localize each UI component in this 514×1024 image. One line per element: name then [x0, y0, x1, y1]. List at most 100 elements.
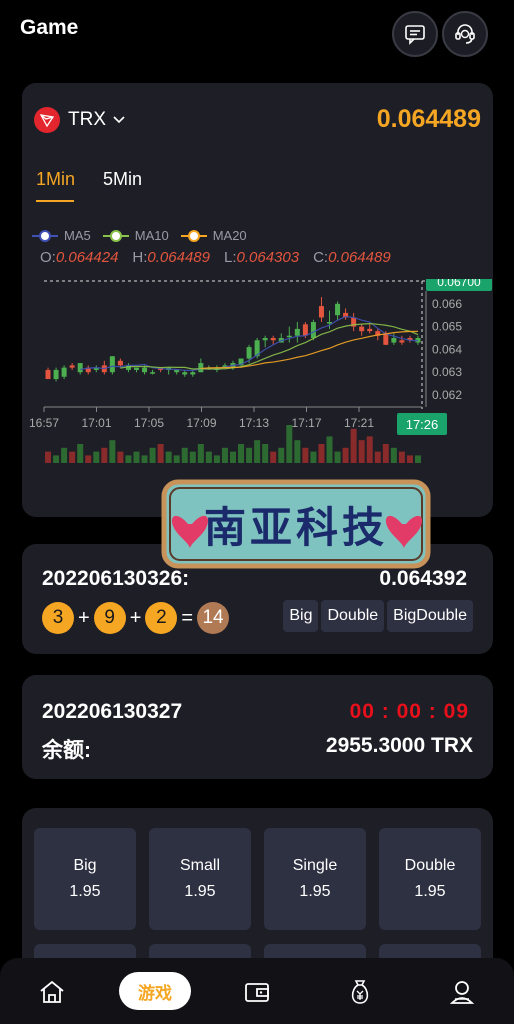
volume-bar [221, 447, 228, 463]
volume-bar [302, 447, 309, 463]
volume-bar [165, 451, 172, 463]
watermark-stamp: 南亚科技 [160, 478, 432, 570]
y-tick-label: 0.062 [432, 388, 462, 402]
countdown-timer: 00 : 00 : 09 [349, 700, 469, 723]
high-value: 0.064489 [147, 249, 210, 266]
balance-value: 2955.3000 TRX [325, 734, 473, 757]
candle-body [335, 303, 341, 316]
volume-bar [318, 444, 325, 463]
trx-logo-icon [34, 107, 60, 133]
kline-chart[interactable]: 0.066 0.065 0.064 0.063 0.062 16:57 17:01 17:05… [22, 279, 493, 469]
x-tick-label: 16:57 [29, 416, 59, 430]
tab-5min[interactable]: 5Min [103, 169, 142, 202]
ma20-legend[interactable]: MA20 [180, 228, 247, 243]
candle-body [53, 369, 59, 380]
candle-body [182, 372, 188, 375]
candle-body [262, 338, 268, 341]
market-card: TRX 0.064489 1Min 5Min MA5 MA10 MA20 O:0… [22, 83, 493, 517]
tab-profile[interactable] [444, 974, 480, 1010]
candle-body [302, 324, 308, 336]
volume-bar [85, 455, 92, 463]
candle-body [294, 328, 300, 336]
candle-body [142, 367, 148, 373]
candle-body [77, 363, 83, 373]
number-ball: 2 [145, 602, 178, 634]
volume-bar [197, 444, 204, 463]
balance-label: 余额: [42, 739, 91, 762]
bet-option-big[interactable]: Big 1.95 [34, 828, 136, 930]
volume-bar [45, 451, 52, 463]
volume-bar [61, 447, 68, 463]
volume-bar [238, 444, 245, 463]
volume-bar [109, 440, 116, 463]
volume-bar [262, 444, 269, 463]
volume-bar [366, 436, 373, 463]
candle-body [198, 363, 204, 373]
volume-bar [69, 451, 76, 463]
coin-name: TRX [68, 109, 106, 130]
result-tag: Double [321, 600, 385, 632]
result-tag: Big [283, 600, 319, 632]
candle-body [383, 333, 389, 345]
chevron-down-icon [113, 116, 125, 124]
x-tick-label: 17:01 [81, 416, 111, 430]
bottom-tab-bar: 游戏 [0, 958, 514, 1024]
y-tick-label: 0.066 [432, 297, 462, 311]
y-tick-label: 0.065 [432, 320, 462, 334]
bet-option-small[interactable]: Small 1.95 [149, 828, 251, 930]
current-round-card: 202206130327 00 : 00 : 09 余额: 2955.3000 … [22, 675, 493, 779]
low-value: 0.064303 [236, 249, 300, 266]
bet-option-single[interactable]: Single 1.95 [264, 828, 366, 930]
x-tick-label: 17:09 [186, 416, 216, 430]
candle-body [399, 340, 405, 343]
volume-bar [205, 451, 212, 463]
candle-body [61, 367, 67, 377]
volume-bar [213, 455, 220, 463]
volume-bar [358, 440, 365, 463]
volume-bar [334, 451, 341, 463]
header: Game [0, 0, 514, 60]
tab-wallet[interactable] [239, 974, 275, 1010]
ma-legend: MA5 MA10 MA20 [32, 228, 247, 243]
volume-bar [141, 455, 148, 463]
wallet-icon [245, 983, 269, 1002]
volume-bar [246, 447, 253, 463]
volume-bar [101, 447, 108, 463]
volume-bar [173, 455, 180, 463]
sum-ball: 14 [197, 602, 230, 634]
watermark-text: 南亚科技 [203, 502, 388, 552]
candle-body [133, 367, 139, 370]
profile-icon [449, 981, 475, 1004]
ma10-legend[interactable]: MA10 [102, 228, 169, 243]
tab-finance[interactable] [342, 974, 378, 1010]
customer-service-button[interactable] [442, 11, 488, 57]
number-ball: 3 [42, 602, 74, 634]
open-value: 0.064424 [55, 249, 119, 266]
volume-bar [125, 455, 132, 463]
draw-numbers: 3 + 9 + 2 = 14 [42, 602, 230, 634]
tab-home[interactable] [34, 974, 70, 1010]
message-icon [405, 25, 425, 45]
bet-option-double[interactable]: Double 1.95 [379, 828, 481, 930]
home-icon [40, 980, 64, 1003]
volume-bar [157, 444, 164, 463]
message-button[interactable] [392, 11, 438, 57]
tab-1min[interactable]: 1Min [36, 169, 75, 202]
interval-tabs: 1Min 5Min [36, 169, 142, 202]
volume-bar [93, 451, 100, 463]
candle-body [45, 369, 51, 380]
volume-bar [326, 436, 333, 463]
current-issue: 202206130327 [42, 700, 183, 723]
ohlc-readout: O:0.064424 H:0.064489 L:0.064303 C:0.064… [40, 249, 391, 266]
volume-bar [406, 455, 413, 463]
volume-bar [390, 447, 397, 463]
volume-bar [374, 451, 381, 463]
coin-selector[interactable]: TRX [34, 107, 126, 133]
last-price: 0.064392 [379, 567, 467, 590]
last-issue: 202206130326: [42, 567, 190, 590]
tab-game[interactable]: 游戏 [119, 972, 191, 1010]
x-tick-label: 17:21 [344, 416, 374, 430]
volume-bar [117, 451, 124, 463]
ma5-legend[interactable]: MA5 [32, 228, 91, 243]
candle-body [310, 322, 316, 338]
